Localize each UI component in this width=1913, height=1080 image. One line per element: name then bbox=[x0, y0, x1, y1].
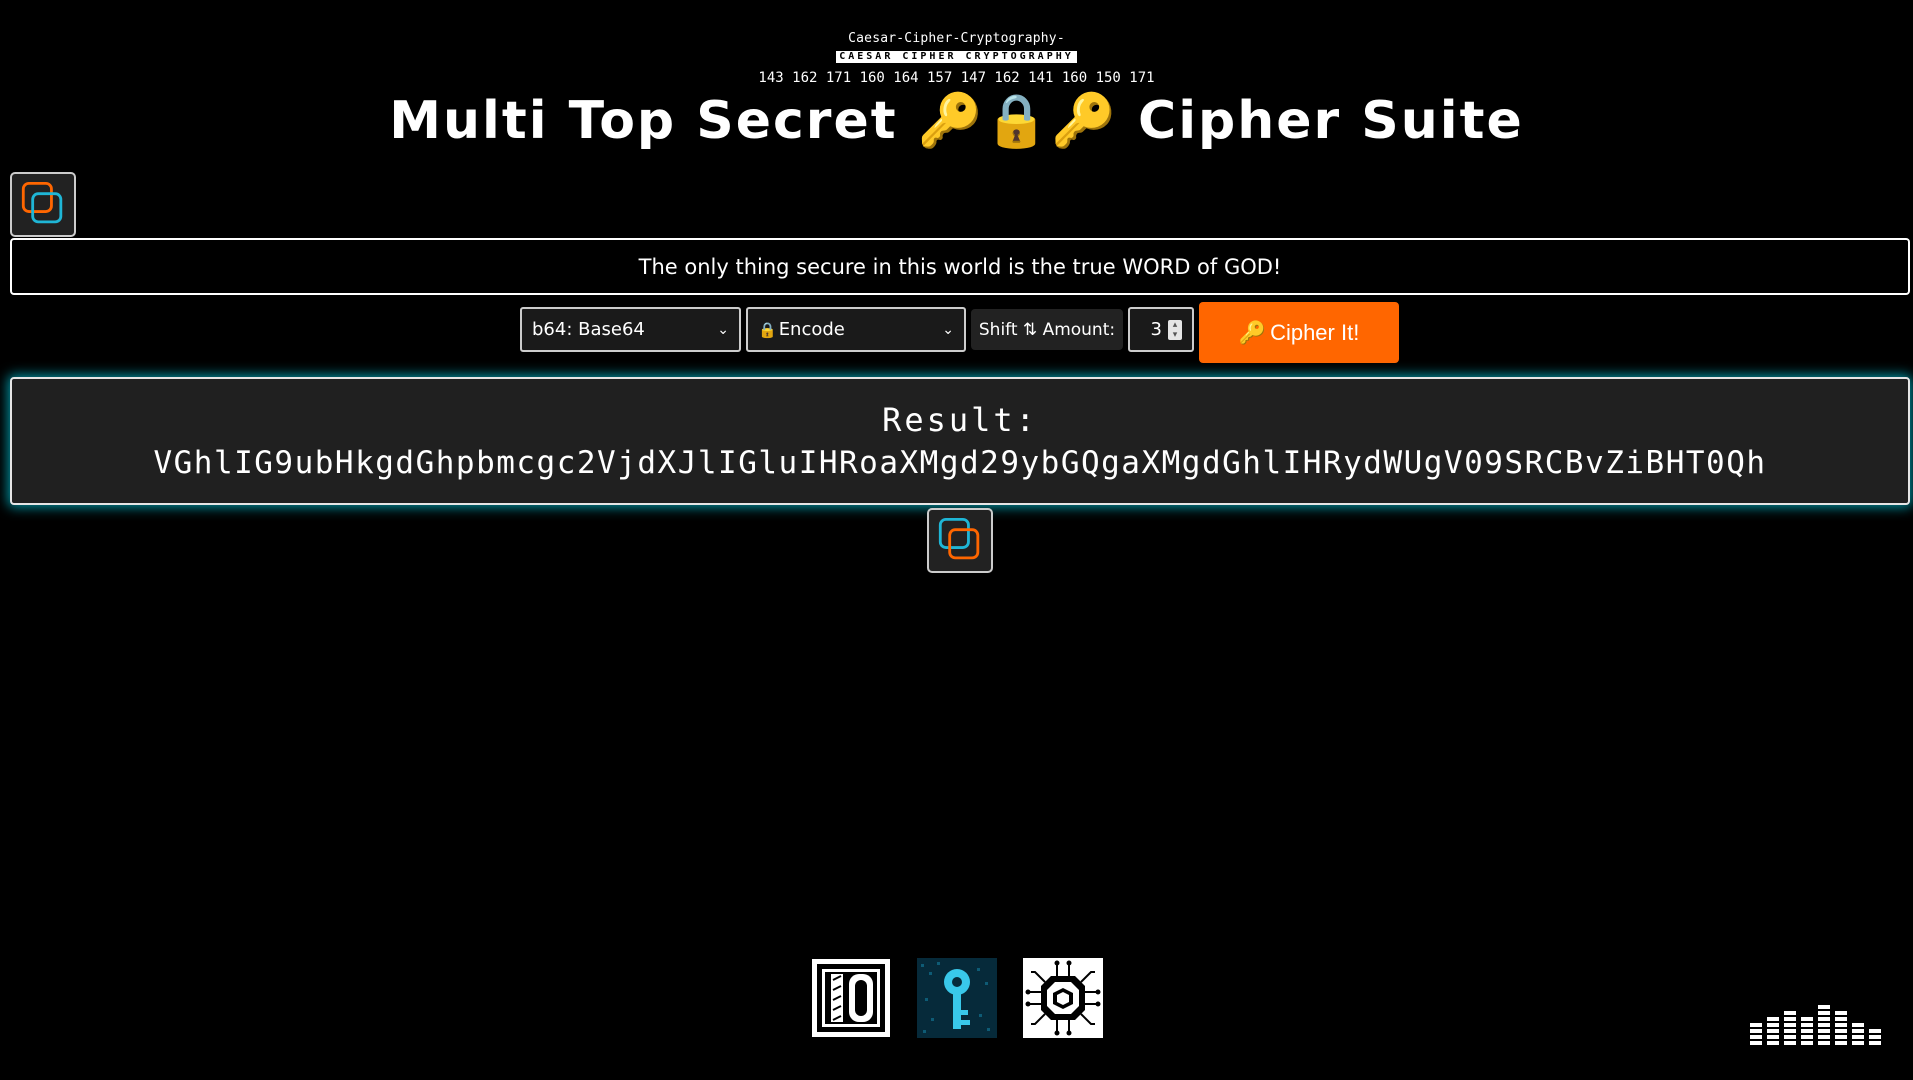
shift-amount-label: Shift ⇅ Amount: bbox=[971, 309, 1123, 350]
subtitle-octal: 143 162 171 160 164 157 147 162 141 160 … bbox=[758, 70, 1155, 86]
shift-amount-input[interactable]: 3 ▴ ▾ bbox=[1128, 307, 1194, 352]
message-text: The only thing secure in this world is t… bbox=[638, 254, 1282, 279]
chevron-down-icon: ⌄ bbox=[717, 321, 729, 338]
mode-select-value: Encode bbox=[778, 319, 845, 340]
equalizer-icon[interactable] bbox=[1750, 1005, 1888, 1047]
lock-icon: 🔒 bbox=[758, 321, 777, 339]
key-icon: 🔑 bbox=[1238, 319, 1267, 345]
digital-key-icon bbox=[916, 958, 997, 1038]
result-panel: Result: VGhlIG9ubHkgdGhpbmcgc2VjdXJlIGlu… bbox=[10, 377, 1910, 505]
key-lock-key-icon: 🔑🔒🔑 bbox=[917, 91, 1118, 151]
mode-select-value-wrap: 🔒 Encode bbox=[758, 319, 845, 340]
page: Caesar-Cipher-Cryptography- CAESAR CIPHE… bbox=[0, 0, 1913, 1080]
cipher-select-value: b64: Base64 bbox=[532, 319, 645, 340]
page-title: Multi Top Secret 🔑🔒🔑 Cipher Suite bbox=[0, 90, 1913, 151]
io-logo[interactable] bbox=[811, 958, 891, 1038]
subtitle-mono: Caesar-Cipher-Cryptography- bbox=[848, 31, 1065, 46]
subtitle-boxed-text: CAESAR CIPHER CRYPTOGRAPHY bbox=[836, 51, 1077, 63]
copy-icon bbox=[938, 517, 980, 560]
copy-icon bbox=[21, 181, 63, 224]
controls-row: b64: Base64 ⌄ 🔒 Encode ⌄ Shift ⇅ Amount: … bbox=[0, 302, 1913, 364]
equalizer-bars-icon bbox=[1750, 1005, 1881, 1045]
network-chip-logo[interactable] bbox=[1022, 958, 1103, 1038]
copy-bottom-button[interactable] bbox=[927, 508, 993, 573]
digital-key-logo[interactable] bbox=[916, 958, 997, 1038]
cipher-select[interactable]: b64: Base64 ⌄ bbox=[520, 307, 741, 352]
chevron-down-icon: ⌄ bbox=[942, 321, 954, 338]
copy-top-button[interactable] bbox=[10, 172, 76, 237]
cipher-it-button[interactable]: 🔑 Cipher It! bbox=[1199, 302, 1399, 363]
message-input[interactable]: The only thing secure in this world is t… bbox=[10, 238, 1910, 295]
title-left: Multi Top Secret bbox=[389, 91, 898, 151]
title-right: Cipher Suite bbox=[1138, 91, 1524, 151]
spinner-icon[interactable]: ▴ ▾ bbox=[1168, 319, 1182, 340]
network-chip-icon bbox=[1022, 958, 1103, 1038]
result-label: Result: bbox=[882, 401, 1038, 439]
io-logo-icon bbox=[811, 959, 890, 1037]
footer-logos bbox=[0, 958, 1913, 1038]
shift-amount-value: 3 bbox=[1150, 319, 1162, 340]
subtitle-boxed: CAESAR CIPHER CRYPTOGRAPHY bbox=[0, 51, 1913, 63]
mode-select[interactable]: 🔒 Encode ⌄ bbox=[746, 307, 966, 352]
cipher-it-label: Cipher It! bbox=[1270, 319, 1360, 345]
result-value[interactable]: VGhlIG9ubHkgdGhpbmcgc2VjdXJlIGluIHRoaXMg… bbox=[12, 445, 1908, 481]
